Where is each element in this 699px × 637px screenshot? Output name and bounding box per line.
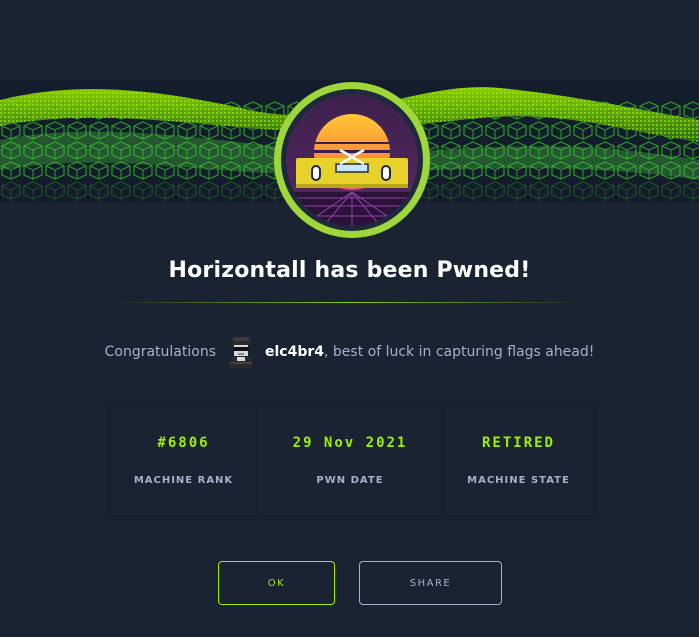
- username-link[interactable]: elc4br4: [265, 344, 324, 360]
- machine-state-value: RETIRED: [481, 435, 555, 451]
- ok-button[interactable]: OK: [218, 561, 335, 605]
- stat-machine-rank: #6806 MACHINE RANK: [110, 403, 258, 519]
- stats-panel: #6806 MACHINE RANK 29 Nov 2021 PWN DATE …: [109, 402, 595, 520]
- congratulations-message: Congratulations elc4br4 , best of luck i…: [0, 336, 699, 368]
- pwn-date-label: PWN DATE: [316, 475, 384, 486]
- machine-rank-value: #6806: [157, 435, 210, 451]
- stat-pwn-date: 29 Nov 2021 PWN DATE: [258, 403, 443, 519]
- stat-machine-state: RETIRED MACHINE STATE: [443, 403, 594, 519]
- pwn-date-value: 29 Nov 2021: [292, 435, 408, 451]
- share-button[interactable]: SHARE: [359, 561, 502, 605]
- machine-rank-label: MACHINE RANK: [133, 475, 234, 486]
- congrats-prefix: Congratulations: [104, 344, 216, 360]
- congrats-suffix: , best of luck in capturing flags ahead!: [324, 344, 595, 360]
- pwned-modal: Horizontall has been Pwned! Congratulati…: [0, 0, 699, 637]
- title-divider: [112, 302, 587, 303]
- machine-state-label: MACHINE STATE: [467, 475, 570, 486]
- hacker-avatar-icon: [226, 336, 256, 368]
- machine-badge-icon: [272, 80, 432, 240]
- pwned-title: Horizontall has been Pwned!: [168, 258, 531, 283]
